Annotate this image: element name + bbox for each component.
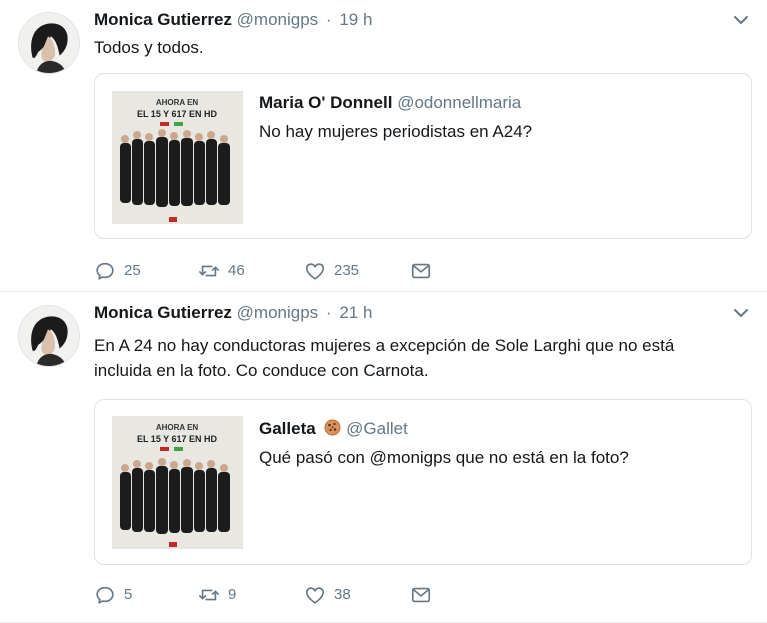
tweet-header: Monica Gutierrez @monigps · 19 h xyxy=(94,9,372,31)
author-handle[interactable]: @monigps xyxy=(237,10,319,29)
cookie-icon xyxy=(324,419,341,436)
direct-message-button[interactable] xyxy=(410,259,432,283)
retweet-icon xyxy=(199,265,219,277)
separator: · xyxy=(325,10,332,29)
tweet[interactable]: Monica Gutierrez @monigps · 19 h Todos y… xyxy=(0,0,767,292)
avatar-image xyxy=(19,306,79,366)
tweet-text: En A 24 no hay conductoras mujeres a exc… xyxy=(94,333,734,383)
timestamp[interactable]: 21 h xyxy=(339,303,372,322)
avatar[interactable] xyxy=(18,305,80,367)
tweet-header: Monica Gutierrez @monigps · 21 h xyxy=(94,302,372,324)
message-icon xyxy=(411,263,431,279)
tweet-actions: 5 9 38 xyxy=(94,583,514,607)
tweet[interactable]: Monica Gutierrez @monigps · 21 h En A 24… xyxy=(0,293,767,623)
quoted-author-name[interactable]: Maria O' Donnell xyxy=(259,93,392,112)
retweet-button[interactable]: 46 xyxy=(198,259,245,283)
like-count: 38 xyxy=(334,586,351,603)
quoted-author-name[interactable]: Galleta xyxy=(259,419,316,438)
quoted-tweet-image[interactable]: AHORA EN EL 15 Y 617 EN HD xyxy=(112,416,243,549)
image-caption-line-2: EL 15 Y 617 EN HD xyxy=(137,109,218,119)
like-button[interactable]: 235 xyxy=(304,259,359,283)
message-icon xyxy=(411,587,431,603)
avatar[interactable] xyxy=(18,12,80,74)
quoted-author-handle[interactable]: @odonnellmaria xyxy=(397,93,521,112)
reply-button[interactable]: 25 xyxy=(94,259,141,283)
reply-count: 25 xyxy=(124,262,141,279)
reply-icon xyxy=(96,262,114,280)
like-icon xyxy=(305,263,325,280)
author-name[interactable]: Monica Gutierrez xyxy=(94,10,232,29)
image-caption-line-2: EL 15 Y 617 EN HD xyxy=(137,434,218,444)
tweet-text: Todos y todos. xyxy=(94,38,204,57)
chevron-down-icon[interactable] xyxy=(731,10,751,30)
retweet-button[interactable]: 9 xyxy=(198,583,236,607)
image-caption-line-1: AHORA EN xyxy=(156,98,199,107)
image-caption-line-1: AHORA EN xyxy=(156,423,199,432)
reply-button[interactable]: 5 xyxy=(94,583,132,607)
quoted-tweet-image[interactable]: AHORA EN EL 15 Y 617 EN HD xyxy=(112,91,243,224)
like-button[interactable]: 38 xyxy=(304,583,351,607)
quoted-tweet-header: Galleta @Gallet xyxy=(259,418,408,440)
tweet-text-line: En A 24 no hay conductoras mujeres a exc… xyxy=(94,336,675,355)
author-handle[interactable]: @monigps xyxy=(237,303,319,322)
retweet-count: 9 xyxy=(228,586,237,603)
quoted-tweet-text: No hay mujeres periodistas en A24? xyxy=(259,122,533,141)
author-name[interactable]: Monica Gutierrez xyxy=(94,303,232,322)
quoted-tweet-header: Maria O' Donnell @odonnellmaria xyxy=(259,92,521,114)
quoted-tweet[interactable]: AHORA EN EL 15 Y 617 EN HD xyxy=(94,73,752,239)
direct-message-button[interactable] xyxy=(410,583,432,607)
separator: · xyxy=(325,303,332,322)
retweet-count: 46 xyxy=(228,262,245,279)
tweet-text-line: incluida en la foto. Co conduce con Carn… xyxy=(94,361,429,380)
quoted-tweet-text: Qué pasó con @monigps que no está en la … xyxy=(259,448,629,467)
reply-count: 5 xyxy=(124,586,133,603)
retweet-icon xyxy=(199,589,219,601)
like-count: 235 xyxy=(334,262,360,279)
timestamp[interactable]: 19 h xyxy=(339,10,372,29)
tweet-actions: 25 46 235 xyxy=(94,259,514,283)
reply-icon xyxy=(96,586,114,604)
like-icon xyxy=(305,587,325,604)
quoted-author-handle[interactable]: @Gallet xyxy=(346,419,408,438)
chevron-down-icon[interactable] xyxy=(731,303,751,323)
quoted-tweet[interactable]: AHORA EN EL 15 Y 617 EN HD xyxy=(94,399,752,565)
avatar-image xyxy=(19,13,79,73)
